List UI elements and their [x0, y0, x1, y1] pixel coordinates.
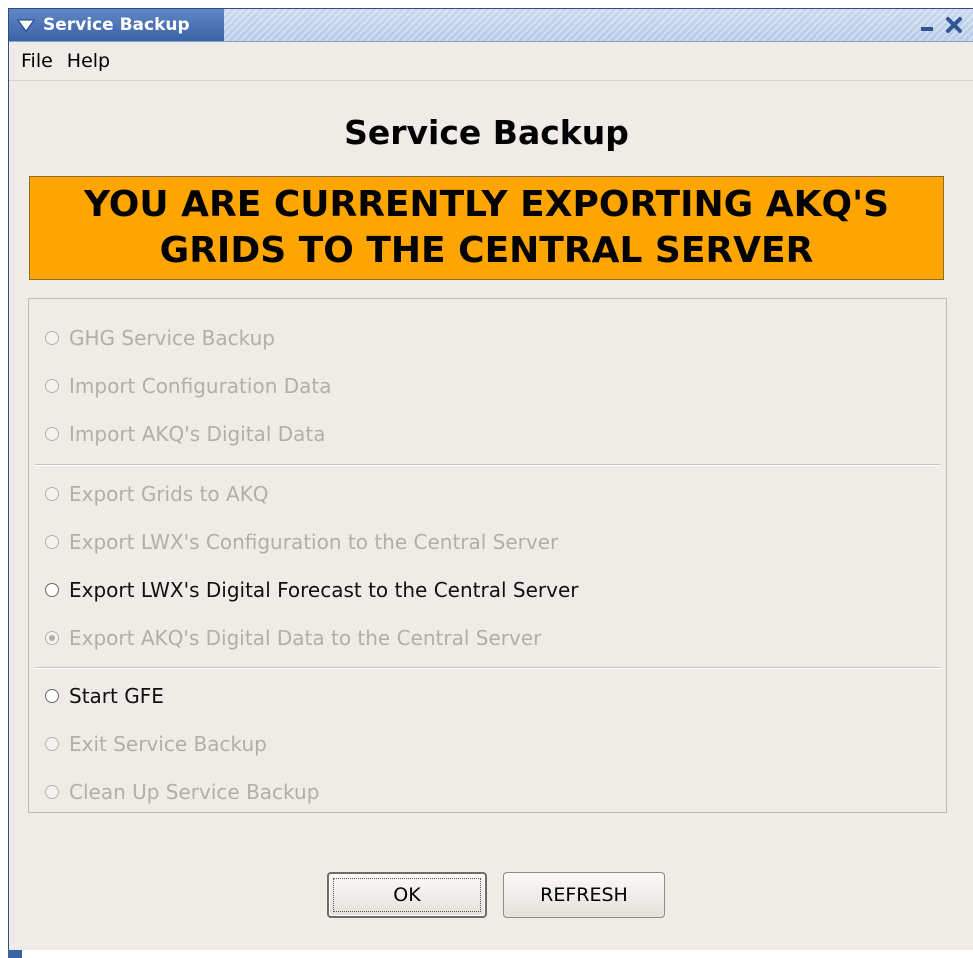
option-label: Exit Service Backup — [69, 732, 267, 756]
refresh-button[interactable]: REFRESH — [503, 872, 665, 918]
option-label: GHG Service Backup — [69, 326, 275, 350]
option-export-grids-to-akq[interactable]: Export Grids to AKQ — [45, 481, 269, 507]
refresh-button-label: REFRESH — [540, 884, 628, 906]
chevron-down-icon[interactable] — [15, 14, 37, 36]
radio-button[interactable] — [45, 785, 59, 799]
radio-dot — [49, 635, 55, 641]
group-divider — [35, 667, 940, 669]
option-label: Export LWX's Configuration to the Centra… — [69, 530, 559, 554]
options-group: GHG Service Backup Import Configuration … — [28, 298, 947, 813]
menu-bar: File Help — [9, 42, 973, 81]
radio-button[interactable] — [45, 535, 59, 549]
radio-button[interactable] — [45, 689, 59, 703]
radio-button[interactable] — [45, 379, 59, 393]
option-label: Export AKQ's Digital Data to the Central… — [69, 626, 542, 650]
option-label: Import AKQ's Digital Data — [69, 422, 326, 446]
ok-button[interactable]: OK — [327, 872, 487, 918]
option-exit-service-backup[interactable]: Exit Service Backup — [45, 731, 267, 757]
option-export-lwx-digital-forecast[interactable]: Export LWX's Digital Forecast to the Cen… — [45, 577, 578, 603]
option-label: Import Configuration Data — [69, 374, 332, 398]
option-label: Clean Up Service Backup — [69, 780, 320, 804]
option-start-gfe[interactable]: Start GFE — [45, 683, 164, 709]
radio-button[interactable] — [45, 487, 59, 501]
title-area: Service Backup — [9, 9, 224, 41]
focus-ring — [333, 878, 481, 912]
option-export-akq-digital-data[interactable]: Export AKQ's Digital Data to the Central… — [45, 625, 541, 651]
minimize-icon[interactable] — [917, 15, 937, 35]
group-divider — [35, 464, 940, 466]
radio-button[interactable] — [45, 427, 59, 441]
status-banner-text: YOU ARE CURRENTLY EXPORTING AKQ'S GRIDS … — [83, 184, 890, 271]
option-label: Start GFE — [69, 684, 164, 708]
menu-help[interactable]: Help — [67, 50, 110, 72]
option-label: Export Grids to AKQ — [69, 482, 269, 506]
option-export-lwx-configuration[interactable]: Export LWX's Configuration to the Centra… — [45, 529, 558, 555]
close-icon[interactable] — [944, 15, 964, 35]
option-import-akq-digital-data[interactable]: Import AKQ's Digital Data — [45, 421, 326, 447]
option-clean-up-service-backup[interactable]: Clean Up Service Backup — [45, 779, 319, 805]
radio-button[interactable] — [45, 583, 59, 597]
radio-button[interactable] — [45, 331, 59, 345]
option-ghg-service-backup[interactable]: GHG Service Backup — [45, 325, 275, 351]
radio-button-selected[interactable] — [45, 631, 59, 645]
status-banner: YOU ARE CURRENTLY EXPORTING AKQ'S GRIDS … — [29, 176, 944, 280]
window-title: Service Backup — [43, 15, 190, 35]
menu-file[interactable]: File — [21, 50, 53, 72]
window-corner — [8, 950, 22, 958]
radio-button[interactable] — [45, 737, 59, 751]
option-import-configuration-data[interactable]: Import Configuration Data — [45, 373, 331, 399]
page-title: Service Backup — [344, 113, 629, 152]
option-label: Export LWX's Digital Forecast to the Cen… — [69, 578, 579, 602]
title-bar[interactable]: Service Backup — [9, 9, 973, 42]
